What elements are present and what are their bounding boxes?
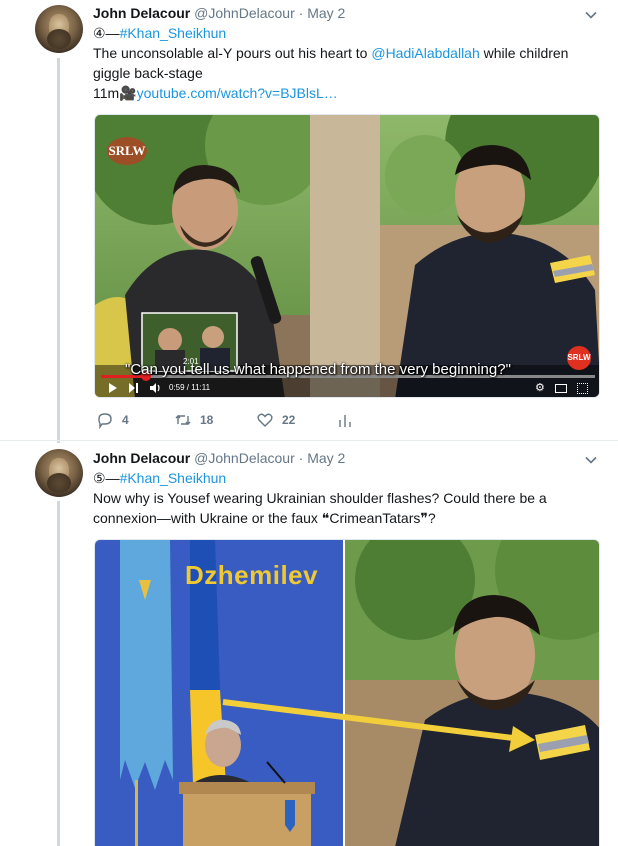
hashtag-link[interactable]: #Khan_Sheikhun (120, 470, 227, 486)
avatar-beard (47, 473, 71, 493)
tweet-2[interactable]: John Delacour @JohnDelacour · May 2 ⑤—#K… (0, 441, 618, 846)
corner-logo-text: SRLW (567, 353, 591, 362)
mention-link[interactable]: @HadiAlabdallah (371, 45, 479, 61)
text-line-1: ④—#Khan_Sheikhun (93, 23, 593, 43)
author-handle[interactable]: @JohnDelacour (194, 450, 295, 466)
number-prefix: ④— (93, 25, 120, 41)
avatar[interactable] (35, 5, 83, 53)
separator: · (298, 450, 304, 466)
tweet-text: ⑤—#Khan_Sheikhun Now why is Yousef weari… (93, 468, 593, 528)
elapsed-time: 0:59 / 11:11 (169, 383, 211, 392)
chevron-down-icon[interactable] (584, 8, 598, 22)
author-handle[interactable]: @JohnDelacour (194, 5, 295, 21)
reply-count: 4 (122, 413, 129, 427)
channel-logo-text: SRLW (108, 143, 146, 158)
video-frame (95, 115, 599, 397)
body-text-end: ? (427, 510, 436, 526)
channel-logo-corner: SRLW (567, 346, 591, 370)
heart-icon (257, 413, 273, 427)
text-body: The unconsolable al-Y pours out his hear… (93, 43, 593, 83)
retweet-count: 18 (200, 413, 214, 427)
tweet-date[interactable]: May 2 (307, 5, 345, 21)
thread-line (57, 501, 60, 846)
video-player[interactable]: SRLW SRLW 2:01 "Can you tell us what hap… (94, 114, 600, 398)
text-line-3: 11m🎥youtube.com/watch?v=BJBlsL… (93, 83, 593, 103)
video-caption: "Can you tell us what happened from the … (125, 361, 511, 378)
hashtag-link[interactable]: #Khan_Sheikhun (120, 25, 227, 41)
gear-icon[interactable]: ⚙ (535, 383, 545, 394)
tweet-image[interactable]: Dzhemilev (94, 539, 600, 846)
fullscreen-icon[interactable] (577, 383, 588, 394)
channel-logo: SRLW (107, 137, 147, 165)
avatar-beard (47, 29, 71, 49)
chevron-down-icon[interactable] (584, 453, 598, 467)
quoted-term: ❝CrimeanTatars❞ (321, 510, 428, 526)
retweet-button[interactable]: 18 (174, 411, 213, 429)
analytics-button[interactable] (336, 411, 354, 429)
next-icon[interactable] (129, 383, 139, 393)
duration-prefix: 11m🎥 (93, 85, 137, 101)
tweet-header: John Delacour @JohnDelacour · May 2 (93, 449, 345, 467)
play-icon[interactable] (109, 383, 117, 393)
retweet-icon (175, 415, 191, 425)
analytics-icon (339, 415, 351, 427)
reply-icon (98, 413, 112, 429)
text-body: Now why is Yousef wearing Ukrainian shou… (93, 488, 593, 528)
reply-button[interactable]: 4 (96, 411, 129, 429)
tweet-date[interactable]: May 2 (307, 450, 345, 466)
body-text: The unconsolable al-Y pours out his hear… (93, 45, 372, 61)
image-label: Dzhemilev (185, 560, 319, 590)
text-line-1: ⑤—#Khan_Sheikhun (93, 468, 593, 488)
thread-line (57, 58, 60, 443)
tweet-actions: 4 18 22 (94, 411, 394, 431)
like-button[interactable]: 22 (256, 411, 295, 429)
volume-icon[interactable] (149, 382, 161, 394)
body-text: Now why is Yousef wearing Ukrainian shou… (93, 490, 547, 526)
image-composite (95, 540, 599, 846)
author-name[interactable]: John Delacour (93, 5, 190, 21)
separator: · (298, 5, 304, 21)
tweet-header: John Delacour @JohnDelacour · May 2 (93, 4, 345, 22)
theater-icon[interactable] (555, 384, 567, 393)
like-count: 22 (282, 413, 296, 427)
author-name[interactable]: John Delacour (93, 450, 190, 466)
avatar[interactable] (35, 449, 83, 497)
youtube-link[interactable]: youtube.com/watch?v=BJBlsL… (137, 85, 338, 101)
number-prefix: ⑤— (93, 470, 120, 486)
tweet-1[interactable]: John Delacour @JohnDelacour · May 2 ④—#K… (0, 0, 618, 443)
tweet-text: ④—#Khan_Sheikhun The unconsolable al-Y p… (93, 23, 593, 103)
